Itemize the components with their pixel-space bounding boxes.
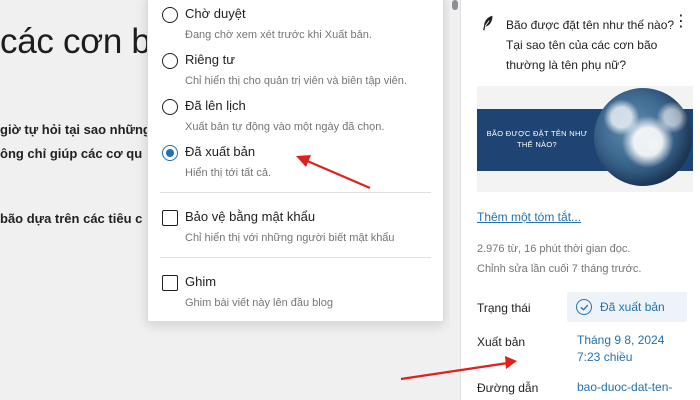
paragraph-line[interactable]: ông chỉ giúp các cơ qu xyxy=(0,146,142,161)
check-circle-icon xyxy=(576,299,592,315)
divider xyxy=(160,192,431,193)
paragraph-line[interactable]: bão dựa trên các tiêu c xyxy=(0,211,142,226)
scrollbar-thumb[interactable] xyxy=(452,0,458,10)
more-vertical-icon[interactable]: ⋮ xyxy=(673,14,689,36)
option-description: Hiển thị tới tất cả. xyxy=(185,167,272,179)
option-label: Riêng tư xyxy=(185,52,235,67)
option-label: Đã xuất bản xyxy=(185,144,256,159)
divider xyxy=(160,257,431,258)
radio-scheduled[interactable] xyxy=(162,99,178,115)
paragraph-line[interactable]: giờ tự hỏi tại sao những xyxy=(0,122,151,137)
option-description: Xuất bản tự động vào một ngày đã chọn. xyxy=(185,121,385,133)
feather-icon xyxy=(483,15,493,31)
option-label: Chờ duyệt xyxy=(185,6,246,21)
settings-sidebar: Bão được đặt tên như thế nào? Tại sao tê… xyxy=(460,0,700,400)
sticky-checkbox[interactable] xyxy=(162,275,178,291)
option-description: Chỉ hiển thị với những người biết mật kh… xyxy=(185,232,395,244)
option-description: Ghim bài viết này lên đầu blog xyxy=(185,297,333,309)
publish-date-link[interactable]: Tháng 9 8, 2024 xyxy=(577,333,664,347)
radio-private[interactable] xyxy=(162,53,178,69)
visibility-popover: Chờ duyệt Đang chờ xem xét trước khi Xuấ… xyxy=(147,0,444,322)
publish-label: Xuất bản xyxy=(477,335,526,349)
option-label: Bảo vệ bằng mật khẩu xyxy=(185,209,316,224)
editor-scrollbar[interactable] xyxy=(450,0,460,400)
post-title: Bão được đặt tên như thế nào? Tại sao tê… xyxy=(506,18,675,72)
radio-pending[interactable] xyxy=(162,7,178,23)
post-title-fragment[interactable]: các cơn bã xyxy=(0,22,170,62)
status-value: Đã xuất bản xyxy=(600,300,665,314)
slug-label: Đường dẫn xyxy=(477,381,539,395)
hurricane-globe-image xyxy=(594,88,692,186)
radio-published-checked[interactable] xyxy=(162,145,178,161)
word-count-stats: 2.976 từ, 16 phút thời gian đọc. xyxy=(477,243,631,255)
option-label: Ghim xyxy=(185,274,217,289)
featured-image-caption: BÃO ĐƯỢC ĐẶT TÊN NHƯ THẾ NÀO? xyxy=(486,129,588,149)
editor-canvas: các cơn bã giờ tự hỏi tại sao những ông … xyxy=(0,0,450,400)
option-label: Đã lên lịch xyxy=(185,98,246,113)
slug-link[interactable]: bao-duoc-dat-ten- xyxy=(577,380,672,394)
option-description: Đang chờ xem xét trước khi Xuất bản. xyxy=(185,29,372,41)
last-edited: Chỉnh sửa lần cuối 7 tháng trước. xyxy=(477,263,642,275)
publish-time-link[interactable]: 7:23 chiều xyxy=(577,350,632,364)
add-excerpt-link[interactable]: Thêm một tóm tắt... xyxy=(477,210,581,224)
status-label: Trạng thái xyxy=(477,301,531,315)
featured-image[interactable]: BÃO ĐƯỢC ĐẶT TÊN NHƯ THẾ NÀO? xyxy=(477,86,693,192)
option-description: Chỉ hiển thị cho quản trị viên và biên t… xyxy=(185,75,407,87)
password-checkbox[interactable] xyxy=(162,210,178,226)
status-button[interactable]: Đã xuất bản xyxy=(567,292,687,322)
